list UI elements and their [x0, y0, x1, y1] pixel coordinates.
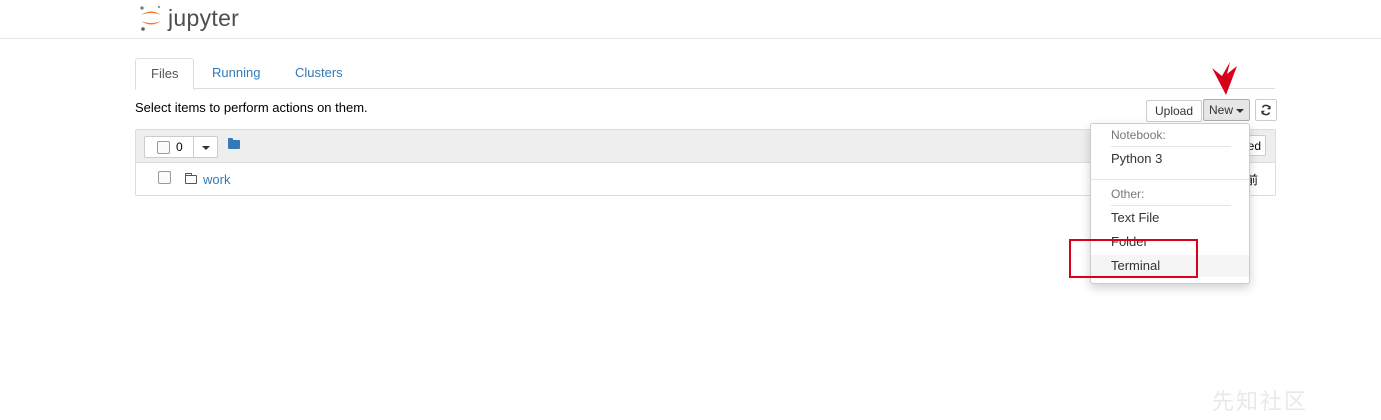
logo-text: jupyter — [168, 4, 240, 31]
menu-divider — [1111, 146, 1231, 147]
new-button-label: New — [1209, 103, 1234, 117]
row-checkbox[interactable] — [158, 171, 171, 184]
tab-clusters[interactable]: Clusters — [280, 58, 358, 87]
other-header: Other: — [1111, 187, 1145, 201]
select-all-checkbox[interactable] — [157, 141, 170, 154]
jupyter-logo-icon — [140, 5, 161, 31]
tab-files[interactable]: Files — [135, 58, 195, 90]
menu-divider — [1111, 205, 1231, 206]
menu-separator — [1091, 179, 1249, 180]
header-bar: jupyter — [0, 0, 1381, 39]
select-divider — [193, 137, 194, 157]
select-menu-caret-icon[interactable] — [202, 146, 210, 150]
watermark: 先知社区 — [1212, 384, 1308, 416]
highlight-box — [1069, 239, 1198, 278]
selection-hint: Select items to perform actions on them. — [135, 100, 368, 115]
notebook-header: Notebook: — [1111, 128, 1166, 142]
folder-icon — [185, 173, 197, 184]
menu-item-python3[interactable]: Python 3 — [1091, 148, 1249, 170]
select-all-control[interactable]: 0 — [144, 136, 218, 158]
selected-count: 0 — [176, 140, 183, 154]
upload-button-label: Upload — [1155, 104, 1194, 118]
tab-bar: Files Running Clusters — [135, 58, 1275, 90]
upload-button[interactable]: Upload — [1146, 100, 1203, 122]
watermark-text: 先知社区 — [1212, 389, 1309, 414]
item-link-work[interactable]: work — [203, 172, 230, 187]
refresh-button[interactable] — [1255, 99, 1277, 121]
red-arrow-icon — [1212, 62, 1237, 95]
caret-down-icon — [1236, 108, 1245, 113]
folder-breadcrumb-icon[interactable] — [228, 138, 240, 149]
tab-running[interactable]: Running — [197, 58, 275, 87]
new-button[interactable]: New — [1203, 99, 1251, 121]
refresh-icon — [1261, 104, 1271, 116]
menu-item-text-file[interactable]: Text File — [1091, 207, 1249, 229]
jupyter-logo[interactable]: jupyter — [138, 3, 239, 33]
